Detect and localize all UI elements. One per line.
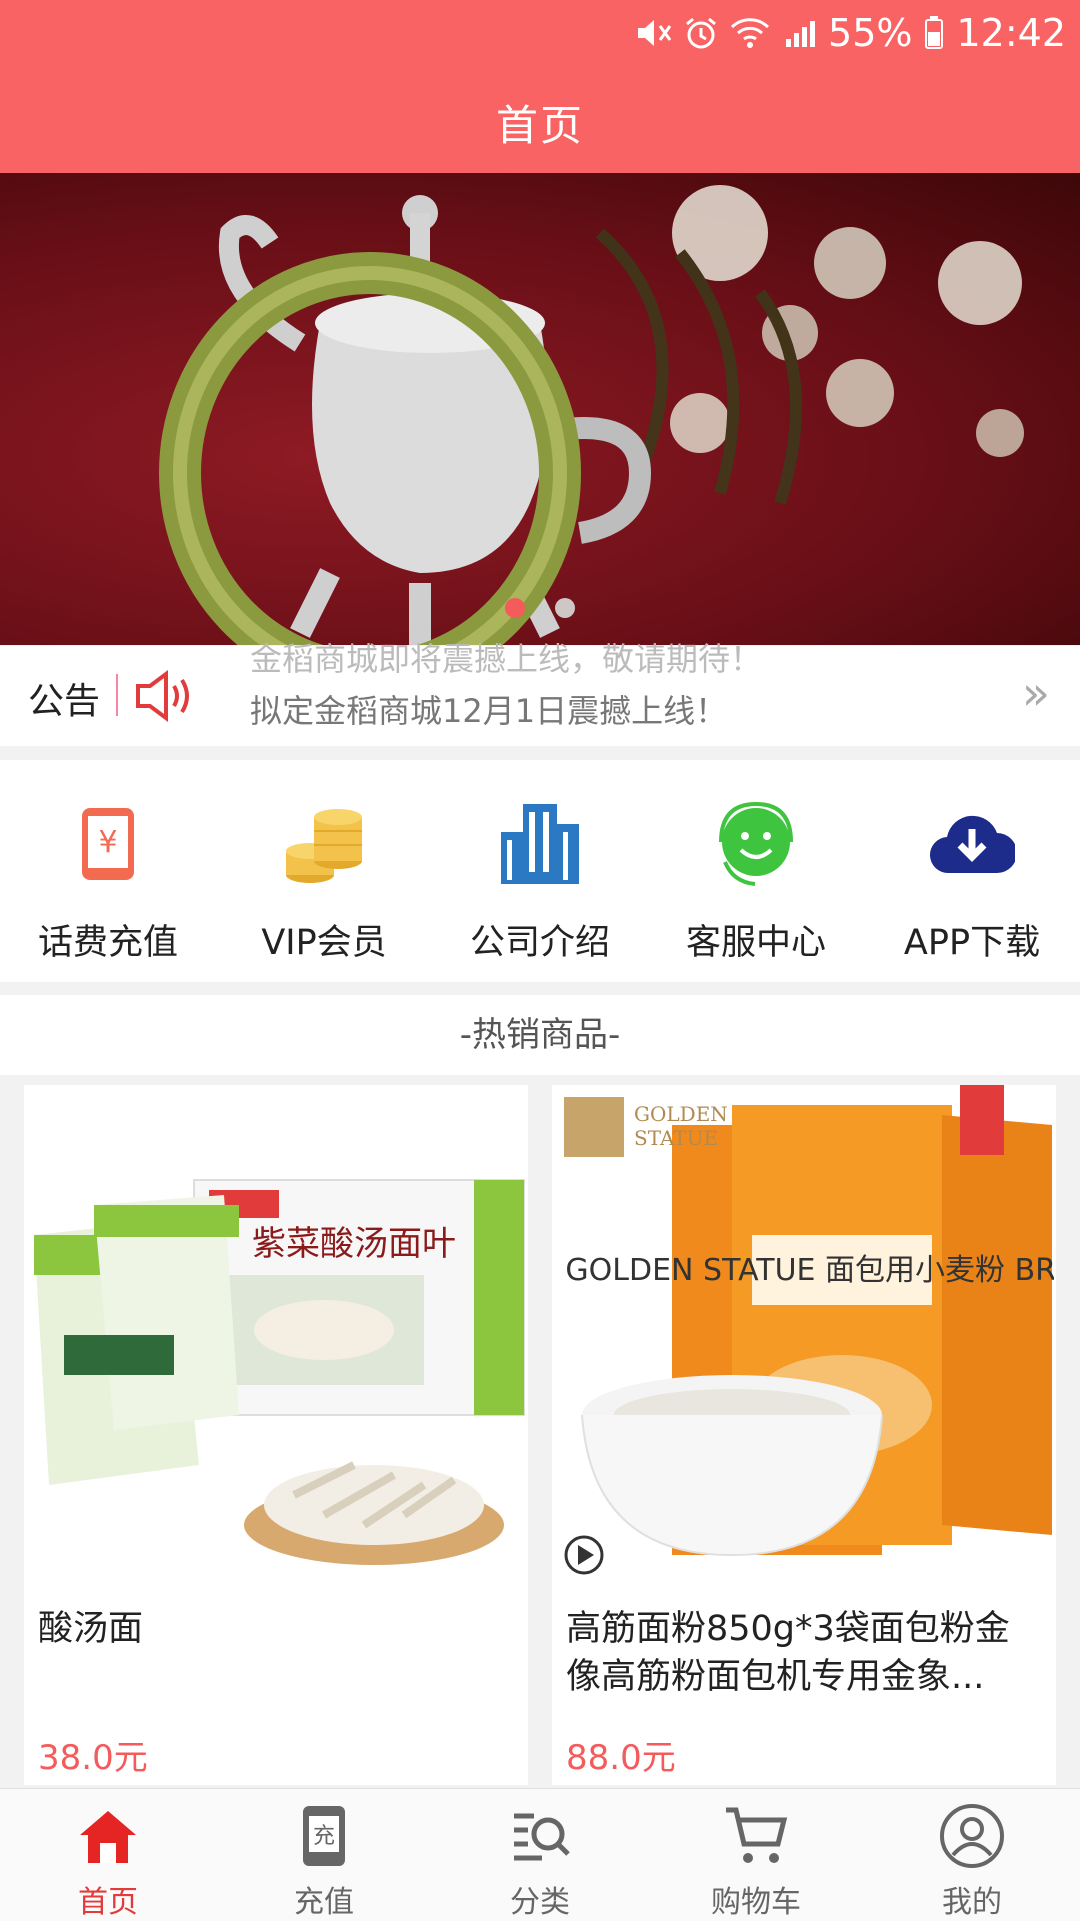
product-image-text: GOLDEN STATUE 面包用小麦粉 BREAD — [565, 1253, 1054, 1288]
tab-label: 分类 — [510, 1885, 570, 1920]
nav-label: APP下载 — [903, 923, 1041, 963]
product-price: 38.0元 — [38, 1738, 148, 1778]
category-icon — [510, 1799, 570, 1873]
svg-text:充: 充 — [313, 1824, 335, 1849]
svg-text:GOLDEN: GOLDEN — [634, 1102, 728, 1126]
nav-item-vip[interactable]: VIP会员 — [216, 760, 432, 982]
carousel-indicator — [0, 598, 1080, 618]
product-price: 88.0元 — [566, 1738, 676, 1778]
profile-icon — [939, 1799, 1005, 1873]
product-grid: 紫菜酸汤面叶 酸汤面 38.0元 GOLDEN STATUE 面包用小麦粉 BR… — [0, 1085, 1080, 1785]
nav-item-recharge[interactable]: ¥ 话费充值 — [0, 760, 216, 982]
product-image: GOLDEN STATUE 面包用小麦粉 BREAD GOLDEN STATUE — [552, 1085, 1056, 1585]
notice-bar[interactable]: 公告 金稻商城即将震撼上线，敬请期待！ 拟定金稻商城12月1日震撼上线！ » — [0, 640, 1080, 746]
tab-label: 充值 — [294, 1885, 354, 1920]
carousel-dot[interactable] — [505, 598, 525, 618]
support-agent-icon — [715, 784, 797, 904]
status-bar: 55% 12:42 — [636, 8, 1066, 58]
section-title: -热销商品- — [0, 995, 1080, 1075]
nav-label: 公司介绍 — [469, 923, 610, 963]
banner-image — [159, 185, 1024, 645]
tab-profile[interactable]: 我的 — [864, 1789, 1080, 1921]
coins-icon — [284, 784, 364, 904]
nav-item-company[interactable]: 公司介绍 — [432, 760, 648, 982]
product-card[interactable]: 紫菜酸汤面叶 酸汤面 38.0元 — [24, 1085, 528, 1785]
tab-label: 购物车 — [711, 1885, 801, 1920]
chevron-double-right-icon[interactable]: » — [1022, 666, 1050, 720]
product-name: 高筋面粉850g*3袋面包粉金像高筋粉面包机专用金象... — [566, 1609, 1010, 1697]
notice-text[interactable]: 拟定金稻商城12月1日震撼上线！ — [250, 686, 727, 732]
quick-nav: ¥ 话费充值 VIP会员 公司介绍 客服中心 APP下载 — [0, 760, 1080, 982]
product-name: 酸汤面 — [38, 1609, 144, 1649]
notice-divider — [116, 674, 118, 716]
building-icon — [499, 784, 581, 904]
mute-icon — [636, 16, 672, 50]
tab-cart[interactable]: 购物车 — [648, 1789, 864, 1921]
carousel-dot[interactable] — [555, 598, 575, 618]
signal-4g-icon — [782, 17, 816, 49]
battery-icon — [924, 16, 944, 50]
battery-percent: 55% — [828, 11, 913, 55]
tab-home[interactable]: 首页 — [0, 1789, 216, 1921]
notice-label: 公告 — [28, 681, 101, 722]
home-icon — [78, 1799, 138, 1873]
tab-recharge[interactable]: 充 充值 — [216, 1789, 432, 1921]
app-header: 55% 12:42 首页 — [0, 0, 1080, 173]
product-card[interactable]: GOLDEN STATUE 面包用小麦粉 BREAD GOLDEN STATUE… — [552, 1085, 1056, 1785]
tab-label: 首页 — [78, 1885, 138, 1920]
cloud-download-icon — [929, 784, 1015, 904]
phone-yuan-icon: ¥ — [80, 784, 136, 904]
banner-carousel[interactable] — [0, 173, 1080, 645]
speaker-icon — [132, 668, 196, 728]
page-title: 首页 — [495, 101, 584, 150]
nav-label: 客服中心 — [685, 923, 826, 963]
bottom-tabbar: 首页 充 充值 分类 购物车 我的 — [0, 1788, 1080, 1921]
nav-label: 话费充值 — [37, 923, 178, 963]
clock: 12:42 — [956, 11, 1066, 55]
product-image-text: 紫菜酸汤面叶 — [252, 1224, 456, 1264]
nav-item-app-download[interactable]: APP下载 — [864, 760, 1080, 982]
tab-category[interactable]: 分类 — [432, 1789, 648, 1921]
svg-text:¥: ¥ — [98, 825, 117, 860]
cart-icon — [724, 1799, 788, 1873]
nav-label: VIP会员 — [261, 923, 387, 963]
alarm-icon — [684, 16, 718, 50]
recharge-icon: 充 — [301, 1799, 347, 1873]
product-image: 紫菜酸汤面叶 — [24, 1085, 528, 1585]
wifi-icon — [730, 17, 770, 49]
notice-prev-text: 金稻商城即将震撼上线，敬请期待！ — [250, 640, 763, 678]
tab-label: 我的 — [942, 1885, 1002, 1920]
svg-text:STATUE: STATUE — [634, 1126, 718, 1150]
nav-item-support[interactable]: 客服中心 — [648, 760, 864, 982]
